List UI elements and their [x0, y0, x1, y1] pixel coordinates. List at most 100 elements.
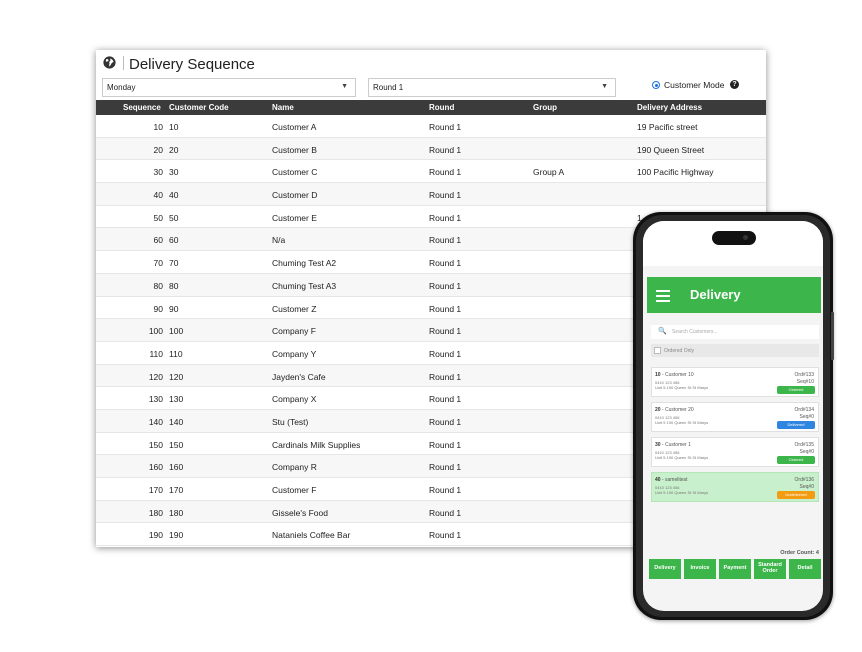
header-group[interactable]: Group — [533, 103, 557, 112]
page-title: Delivery Sequence — [129, 56, 255, 73]
order-card-number: 30 — [655, 442, 661, 448]
cell-customer-code: 150 — [169, 439, 184, 450]
order-card[interactable]: 20 - Customer 20 0410 123 456 Unit 5 190 Q… — [651, 402, 819, 432]
customer-mode-label: Customer Mode — [664, 80, 725, 90]
cell-sequence: 40 — [153, 190, 163, 201]
day-select[interactable]: Monday ▼ — [102, 78, 356, 97]
header-customer-code[interactable]: Customer Code — [169, 103, 229, 112]
cell-customer-code: 60 — [169, 235, 179, 246]
order-card-order-number: Ord#134 — [794, 407, 814, 413]
order-card-address: Unit 5 190 Queen St St Marys — [655, 490, 709, 495]
customer-mode-radio[interactable] — [652, 81, 660, 89]
globe-icon — [103, 56, 116, 69]
order-card[interactable]: 10 - Customer 10 0410 123 456 Unit 5 190 Q… — [651, 367, 819, 397]
cell-customer-code: 10 — [169, 122, 179, 132]
cell-customer-code: 180 — [169, 507, 184, 518]
round-select-value: Round 1 — [373, 83, 404, 92]
status-badge: Undelivered — [777, 491, 815, 499]
cell-sequence: 20 — [153, 144, 163, 155]
menu-icon[interactable] — [656, 290, 670, 305]
title-separator — [123, 56, 124, 70]
order-card-address: Unit 5 190 Queen St St Marys — [655, 455, 709, 460]
order-card[interactable]: 30 - Customer 1 0410 123 456 Unit 5 190 Qu… — [651, 437, 819, 467]
cell-name: Customer B — [272, 144, 317, 155]
side-button — [831, 312, 834, 360]
order-card-number: 40 — [655, 477, 661, 483]
header-sequence[interactable]: Sequence — [123, 103, 161, 112]
cell-sequence: 180 — [148, 507, 163, 518]
cell-name: Gissele's Food — [272, 507, 328, 518]
cell-round: Round 1 — [429, 190, 462, 201]
cell-sequence: 10 — [153, 122, 163, 132]
order-card-title: 20 - Customer 20 — [655, 407, 694, 413]
ordered-only-checkbox[interactable] — [654, 347, 661, 354]
table-row[interactable]: 20 20 Customer B Round 1 190 Queen Street — [96, 137, 766, 161]
cell-sequence: 50 — [153, 212, 163, 223]
round-select[interactable]: Round 1 ▼ — [368, 78, 616, 97]
search-icon: 🔍 — [658, 328, 667, 335]
cell-name: Company Y — [272, 348, 317, 359]
order-card-seq: Seq#0 — [799, 414, 814, 420]
cell-customer-code: 130 — [169, 394, 184, 405]
cell-name: Company F — [272, 326, 316, 337]
cell-delivery-address: 100 Pacific Highway — [637, 167, 714, 178]
cell-name: Customer A — [272, 122, 317, 132]
header-delivery-address[interactable]: Delivery Address — [637, 103, 702, 112]
cell-name: Nataniels Coffee Bar — [272, 530, 351, 541]
status-badge: Ordered — [777, 386, 815, 394]
cell-round: Round 1 — [429, 235, 462, 246]
cell-name: Company R — [272, 462, 317, 473]
cell-sequence: 70 — [153, 258, 163, 269]
order-card-title: 30 - Customer 1 — [655, 442, 691, 448]
ordered-only-filter[interactable]: Ordered Only — [651, 344, 819, 357]
order-card-seq: Seq#0 — [799, 484, 814, 490]
cell-name: Stu (Test) — [272, 416, 309, 427]
cell-sequence: 140 — [148, 416, 163, 427]
help-icon[interactable]: ? — [730, 80, 739, 89]
order-card-address: Unit 5 190 Queen St St Marys — [655, 420, 709, 425]
cell-customer-code: 170 — [169, 485, 184, 495]
action-button-delivery[interactable]: Delivery — [649, 559, 681, 579]
cell-round: Round 1 — [429, 348, 462, 359]
order-count: Order Count: 4 — [780, 550, 819, 556]
cell-customer-code: 100 — [169, 326, 184, 337]
action-button-payment[interactable]: Payment — [719, 559, 751, 579]
cell-sequence: 90 — [153, 303, 163, 314]
header-name[interactable]: Name — [272, 103, 294, 112]
search-placeholder: Search Customers... — [672, 329, 718, 335]
cell-round: Round 1 — [429, 439, 462, 450]
order-card-title: 10 - Customer 10 — [655, 372, 694, 378]
cell-sequence: 30 — [153, 167, 163, 178]
cell-name: Customer E — [272, 212, 317, 223]
title-bar: Delivery Sequence — [96, 50, 766, 74]
order-card[interactable]: 40 - samelitest 0410 123 456 Unit 5 190 Qu… — [651, 472, 819, 502]
cell-customer-code: 140 — [169, 416, 184, 427]
cell-name: Chuming Test A3 — [272, 280, 337, 291]
table-row[interactable]: 30 30 Customer C Round 1 Group A 100 Pacific … — [96, 160, 766, 184]
app-bar: Delivery — [647, 277, 821, 313]
header-round[interactable]: Round — [429, 103, 454, 112]
cell-customer-code: 90 — [169, 303, 179, 314]
ordered-only-label: Ordered Only — [664, 348, 695, 354]
cell-sequence: 170 — [148, 485, 163, 495]
action-button-standard-order[interactable]: Standard Order — [754, 559, 786, 579]
order-card-customer: samelitest — [665, 477, 688, 483]
order-card-seq: Seq#10 — [796, 379, 814, 385]
cell-delivery-address: 190 Queen Street — [637, 144, 705, 155]
search-input[interactable]: 🔍 Search Customers... — [651, 325, 819, 339]
cell-sequence: 120 — [148, 371, 163, 382]
table-row[interactable]: 10 10 Customer A Round 1 19 Pacific street — [96, 115, 766, 138]
table-row[interactable]: 40 40 Customer D Round 1 — [96, 183, 766, 206]
cell-round: Round 1 — [429, 280, 462, 291]
cell-name: Chuming Test A2 — [272, 258, 337, 269]
action-button-invoice[interactable]: Invoice — [684, 559, 716, 579]
status-badge: Delivered — [777, 421, 815, 429]
cell-round: Round 1 — [429, 212, 462, 223]
table-header: Sequence Customer Code Name Round Group … — [96, 100, 766, 115]
cell-round: Round 1 — [429, 303, 462, 314]
cell-round: Round 1 — [429, 507, 462, 518]
cell-customer-code: 70 — [169, 258, 179, 269]
cell-sequence: 160 — [148, 462, 163, 473]
order-card-order-number: Ord#135 — [794, 442, 814, 448]
action-button-detail[interactable]: Detail — [789, 559, 821, 579]
